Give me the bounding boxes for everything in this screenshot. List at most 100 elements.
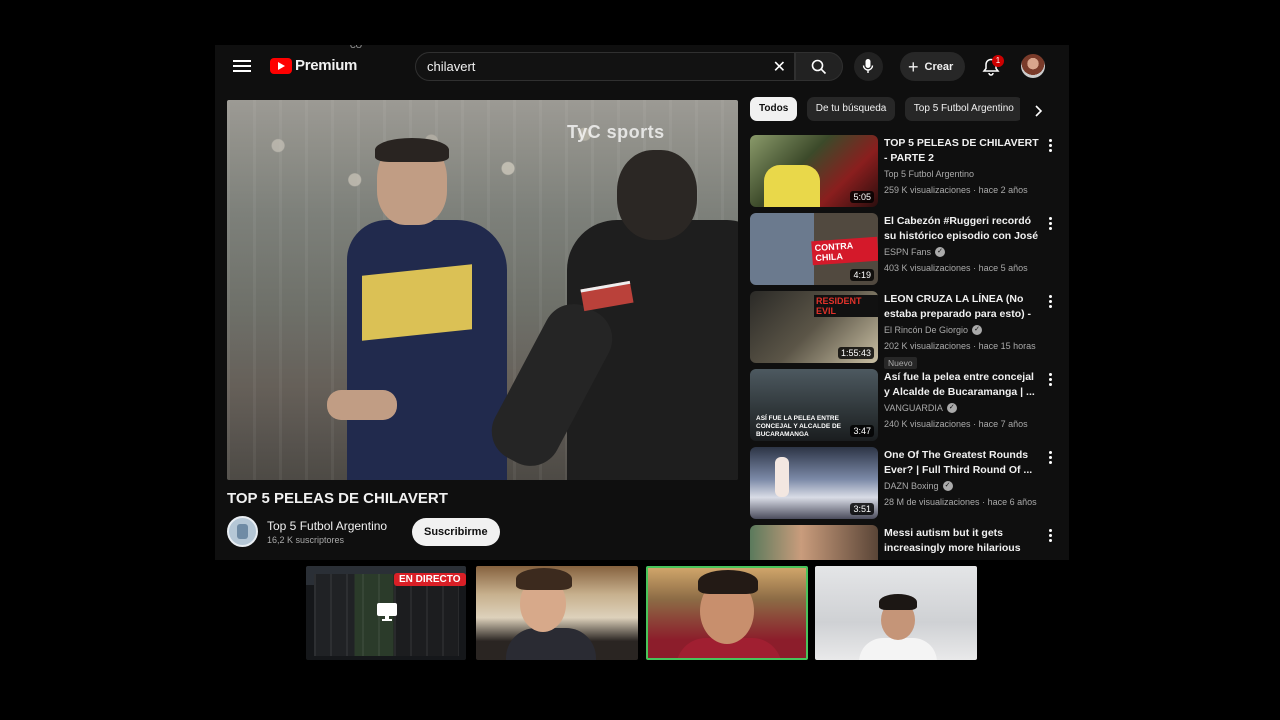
verified-icon: ✓ — [946, 403, 957, 413]
recommendation-title[interactable]: LEON CRUZA LA LÍNEA (No estaba preparado… — [884, 292, 1040, 322]
more-vert-icon[interactable] — [1048, 451, 1054, 465]
logo-country-code: CO — [350, 45, 362, 50]
active-speaker-tile[interactable] — [646, 566, 808, 660]
recommendation-item[interactable]: 1:55:43 LEON CRUZA LA LÍNEA (No estaba p… — [750, 291, 1060, 369]
notification-badge: 1 — [992, 55, 1004, 67]
recommendation-meta: 28 M de visualizaciones · hace 6 años — [884, 497, 1037, 507]
channel-label: ESPN Fans — [884, 247, 932, 257]
recommendation-channel[interactable]: Top 5 Futbol Argentino — [884, 169, 974, 179]
channel-label: Top 5 Futbol Argentino — [884, 169, 975, 179]
view-count: 403 K visualizaciones — [884, 263, 971, 273]
recommendations-list: 5:05 TOP 5 PELEAS DE CHILAVERT - PARTE 2… — [750, 135, 1060, 560]
view-count: 202 K visualizaciones — [884, 341, 971, 351]
video-thumbnail[interactable]: 4:19 — [750, 213, 878, 285]
video-thumbnail[interactable]: 5:05 — [750, 135, 878, 207]
youtube-play-icon — [270, 57, 292, 74]
video-player[interactable]: TyC sports — [227, 100, 738, 480]
video-thumbnail[interactable]: 3:51 — [750, 447, 878, 519]
channel-label: VANGUARDIA — [884, 403, 943, 413]
more-vert-icon[interactable] — [1048, 373, 1054, 387]
more-vert-icon[interactable] — [1048, 217, 1054, 231]
more-vert-icon[interactable] — [1048, 529, 1054, 543]
channel-avatar[interactable] — [227, 516, 258, 547]
video-frame — [227, 100, 738, 480]
create-label: Crear — [924, 60, 954, 73]
recommendation-title[interactable]: Messi autism but it gets increasingly mo… — [884, 526, 1040, 556]
logo-text: Premium — [295, 57, 358, 74]
more-vert-icon[interactable] — [1048, 139, 1054, 153]
account-avatar[interactable] — [1021, 54, 1045, 78]
close-icon[interactable]: ✕ — [773, 57, 786, 77]
recommendation-channel[interactable]: DAZN Boxing ✓ — [884, 481, 953, 491]
recommendation-title[interactable]: Así fue la pelea entre concejal y Alcald… — [884, 370, 1040, 400]
duration-badge: 4:19 — [850, 269, 874, 281]
verified-icon: ✓ — [942, 481, 953, 491]
subscribe-button[interactable]: Suscribirme — [412, 518, 500, 546]
broadcaster-watermark: TyC sports — [567, 122, 665, 142]
participant-tile[interactable] — [815, 566, 977, 660]
menu-icon[interactable] — [233, 57, 251, 75]
mic-icon — [862, 59, 874, 73]
chevron-right-icon[interactable] — [1030, 103, 1046, 119]
recommendation-channel[interactable]: El Rincón De Giorgio ✓ — [884, 325, 983, 335]
recommendation-meta: 202 K visualizaciones · hace 15 horas — [884, 341, 1036, 351]
view-count: 240 K visualizaciones — [884, 419, 971, 429]
recommendation-channel[interactable]: VANGUARDIA ✓ — [884, 403, 957, 413]
video-thumbnail[interactable] — [750, 525, 878, 560]
more-vert-icon[interactable] — [1048, 295, 1054, 309]
screen-share-icon — [377, 603, 397, 621]
recommendation-meta: 403 K visualizaciones · hace 5 años — [884, 263, 1028, 273]
view-count: 28 M de visualizaciones — [884, 497, 980, 507]
search-box: ✕ — [415, 52, 795, 81]
video-thumbnail[interactable]: 3:47 — [750, 369, 878, 441]
verified-icon: ✓ — [935, 247, 946, 257]
upload-age: hace 6 años — [987, 497, 1037, 507]
duration-badge: 1:55:43 — [837, 347, 874, 359]
recommendation-item[interactable]: 4:19 El Cabezón #Ruggeri recordó su hist… — [750, 213, 1060, 291]
channel-label: El Rincón De Giorgio — [884, 325, 969, 335]
top-bar: Premium CO ✕ + Crear 1 — [215, 45, 1069, 89]
voice-search-button[interactable] — [854, 52, 883, 81]
search-input[interactable] — [427, 59, 757, 74]
duration-badge: 3:51 — [850, 503, 874, 515]
participant-tile[interactable] — [476, 566, 638, 660]
duration-badge: 5:05 — [850, 191, 874, 203]
recommendation-meta: 259 K visualizaciones · hace 2 años — [884, 185, 1028, 195]
new-badge: Nuevo — [884, 357, 917, 369]
screen-share-tile[interactable]: EN DIRECTO — [306, 566, 466, 660]
filter-chips: Todos De tu búsqueda Top 5 Futbol Argent… — [750, 97, 1020, 121]
meeting-participant-strip: EN DIRECTO — [306, 566, 980, 661]
channel-name[interactable]: Top 5 Futbol Argentino — [267, 519, 387, 533]
view-count: 259 K visualizaciones — [884, 185, 971, 195]
youtube-window: Premium CO ✕ + Crear 1 — [215, 45, 1069, 560]
recommendation-channel[interactable]: ESPN Fans ✓ — [884, 247, 946, 257]
recommendation-title[interactable]: TOP 5 PELEAS DE CHILAVERT - PARTE 2 — [884, 136, 1040, 166]
chip-de-tu-busqueda[interactable]: De tu búsqueda — [806, 97, 896, 121]
channel-label: DAZN Boxing — [884, 481, 939, 491]
chip-channel[interactable]: Top 5 Futbol Argentino — [904, 97, 1020, 121]
recommendation-item[interactable]: 3:47 Así fue la pelea entre concejal y A… — [750, 369, 1060, 447]
recommendation-item[interactable]: 5:05 TOP 5 PELEAS DE CHILAVERT - PARTE 2… — [750, 135, 1060, 213]
recommendation-meta: 240 K visualizaciones · hace 7 años — [884, 419, 1028, 429]
subscriber-count: 16,2 K suscriptores — [267, 535, 345, 545]
verified-icon: ✓ — [972, 325, 983, 335]
upload-age: hace 7 años — [978, 419, 1028, 429]
recommendation-item[interactable]: Messi autism but it gets increasingly mo… — [750, 525, 1060, 560]
search-button[interactable] — [795, 52, 843, 81]
recommendation-title[interactable]: El Cabezón #Ruggeri recordó su histórico… — [884, 214, 1040, 244]
upload-age: hace 2 años — [978, 185, 1028, 195]
upload-age: hace 15 horas — [978, 341, 1036, 351]
search-icon — [811, 59, 827, 75]
duration-badge: 3:47 — [850, 425, 874, 437]
recommendation-title[interactable]: One Of The Greatest Rounds Ever? | Full … — [884, 448, 1040, 478]
video-title: TOP 5 PELEAS DE CHILAVERT — [227, 490, 448, 507]
goalkeeper-figure — [481, 150, 738, 480]
video-thumbnail[interactable]: 1:55:43 — [750, 291, 878, 363]
live-badge: EN DIRECTO — [394, 573, 466, 586]
plus-icon: + — [908, 56, 919, 77]
recommendation-item[interactable]: 3:51 One Of The Greatest Rounds Ever? | … — [750, 447, 1060, 525]
upload-age: hace 5 años — [978, 263, 1028, 273]
chip-todos[interactable]: Todos — [750, 97, 798, 121]
create-button[interactable]: + Crear — [900, 52, 966, 81]
youtube-premium-logo[interactable]: Premium — [270, 57, 357, 74]
